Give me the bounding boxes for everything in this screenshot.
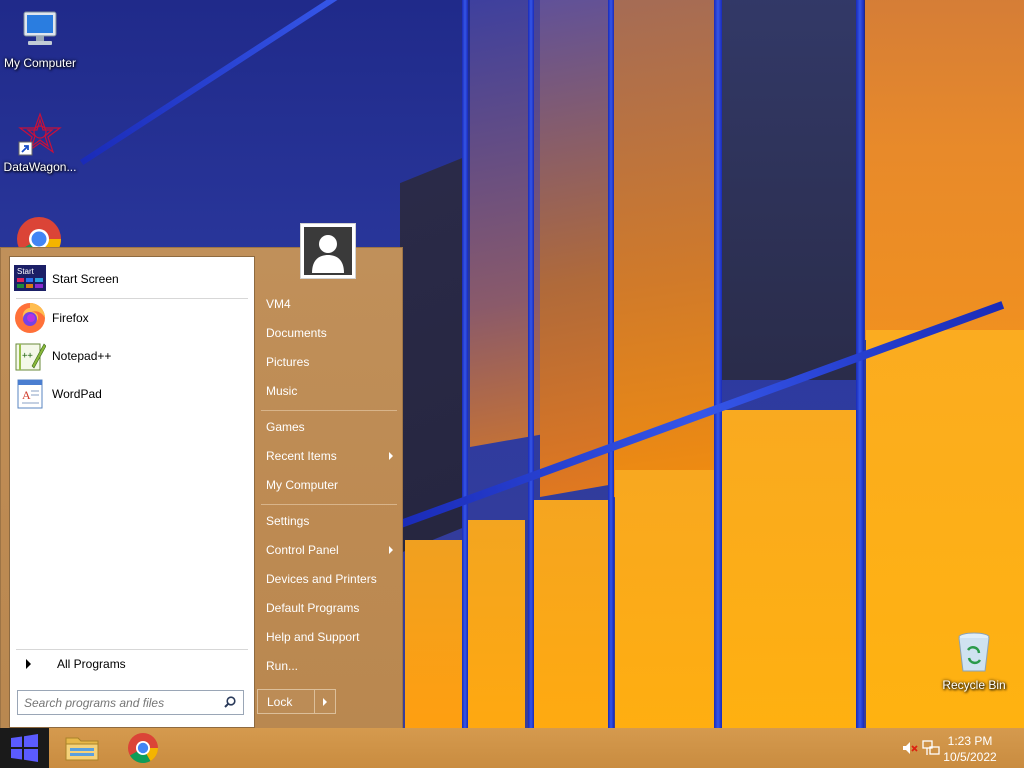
expand-arrow-icon [26, 659, 31, 669]
start-menu-link-music[interactable]: Music [259, 378, 399, 404]
svg-text:Start: Start [17, 267, 35, 276]
file-explorer-icon [65, 737, 99, 761]
clock-time: 1:23 PM [947, 734, 993, 748]
start-menu-link-control-panel[interactable]: Control Panel [259, 537, 399, 563]
submenu-arrow-icon [389, 546, 393, 554]
start-menu-item-firefox[interactable]: Firefox [14, 300, 250, 336]
submenu-arrow-icon [389, 452, 393, 460]
search-icon[interactable] [224, 696, 236, 708]
start-menu-link-vm4[interactable]: VM4 [259, 291, 399, 317]
start-screen-icon: Start [14, 263, 46, 295]
start-menu-link-devices-and-printers[interactable]: Devices and Printers [259, 566, 399, 592]
chrome-icon [128, 733, 158, 764]
taskbar-file-explorer[interactable] [54, 730, 110, 766]
start-menu-item-wordpad[interactable]: A WordPad [14, 376, 250, 412]
separator [261, 410, 397, 411]
start-button[interactable] [0, 728, 49, 768]
start-menu-item-start-screen[interactable]: Start Start Screen [14, 261, 250, 297]
power-options-arrow-button[interactable] [315, 689, 336, 714]
start-menu-link-run[interactable]: Run... [259, 653, 399, 679]
separator [261, 504, 397, 505]
start-menu-link-default-programs[interactable]: Default Programs [259, 595, 399, 621]
power-button-group: Lock [257, 689, 337, 714]
clock-date: 10/5/2022 [943, 750, 997, 764]
start-menu-link-recent-items[interactable]: Recent Items [259, 443, 399, 469]
start-menu-link-documents[interactable]: Documents [259, 320, 399, 346]
separator [16, 649, 248, 650]
datawagon-shortcut-icon [18, 112, 62, 156]
search-input[interactable] [24, 695, 214, 710]
start-menu-link-settings[interactable]: Settings [259, 508, 399, 534]
start-menu-link-my-computer[interactable]: My Computer [259, 472, 399, 498]
start-menu-link-pictures[interactable]: Pictures [259, 349, 399, 375]
user-avatar[interactable] [300, 223, 356, 279]
start-menu: Start Start Screen Firefox ++ Notepad++ … [0, 247, 403, 728]
start-menu-item-notepad-plus-plus[interactable]: ++ Notepad++ [14, 338, 250, 374]
firefox-icon [14, 302, 46, 334]
notepad-plus-plus-icon: ++ [14, 340, 47, 372]
start-menu-link-games[interactable]: Games [259, 414, 399, 440]
desktop-icon-my-computer[interactable]: My Computer [0, 8, 80, 70]
separator [16, 298, 248, 299]
search-box [17, 690, 244, 715]
svg-text:A: A [22, 388, 31, 402]
all-programs-button[interactable]: All Programs [14, 653, 250, 675]
chrome-icon [17, 217, 61, 248]
volume-muted-icon[interactable] [902, 740, 918, 756]
start-menu-programs-pane: Start Start Screen Firefox ++ Notepad++ … [9, 256, 255, 728]
windows-logo-icon [11, 734, 38, 762]
desktop-icon-recycle-bin[interactable]: Recycle Bin [934, 630, 1014, 692]
taskbar-chrome[interactable] [115, 730, 171, 766]
clock[interactable]: 1:23 PM 10/5/2022 [930, 733, 1010, 765]
svg-text:++: ++ [22, 351, 33, 361]
desktop-icon-datawagon[interactable]: DataWagon... [0, 112, 80, 174]
desktop-icon-chrome[interactable] [16, 216, 62, 248]
start-menu-link-help-and-support[interactable]: Help and Support [259, 624, 399, 650]
user-icon [304, 227, 352, 275]
my-computer-icon [18, 8, 62, 52]
wordpad-icon: A [14, 378, 46, 410]
lock-button[interactable]: Lock [257, 689, 315, 714]
system-tray: 1:23 PM 10/5/2022 [884, 728, 1024, 768]
recycle-bin-icon [952, 630, 996, 674]
taskbar: 1:23 PM 10/5/2022 [0, 728, 1024, 768]
